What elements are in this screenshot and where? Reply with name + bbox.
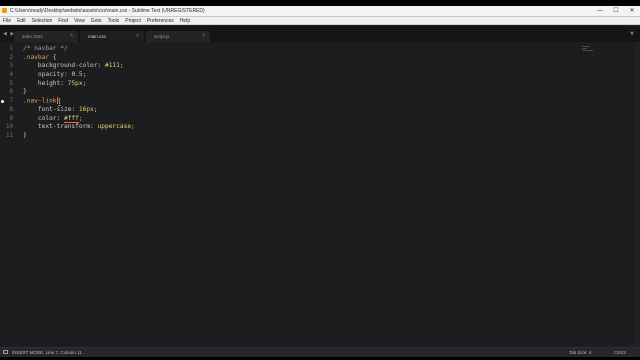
maximize-button[interactable]: ☐	[608, 6, 624, 16]
css-property: height	[23, 79, 61, 87]
css-value: #fff	[63, 114, 79, 123]
css-value: #111	[104, 62, 120, 70]
css-property: color	[23, 114, 57, 122]
code-line: .navbar {	[23, 54, 135, 63]
code-line: height: 75px;	[23, 80, 135, 89]
line-number: 10	[6, 124, 13, 131]
line-number-gutter: 1 2 3 4 5 6 7 8 9 10 11	[0, 45, 14, 141]
menu-view[interactable]: View	[74, 17, 85, 25]
css-value: uppercase	[97, 123, 132, 131]
status-tab-size[interactable]: Tab Size: 4	[569, 348, 591, 357]
code-line: text-transform: uppercase;	[23, 123, 135, 132]
css-value: 0.5	[71, 71, 83, 79]
tab-dropdown-icon[interactable]: ▼	[630, 31, 634, 37]
menu-project[interactable]: Project	[125, 17, 141, 25]
code-semicolon: ;	[78, 114, 83, 122]
code-line: /* navbar */	[23, 45, 135, 54]
line-number: 6	[9, 89, 14, 96]
code-semicolon: ;	[131, 123, 135, 131]
minimap[interactable]	[582, 46, 594, 52]
menu-preferences[interactable]: Preferences	[147, 17, 174, 25]
sublime-app-icon	[2, 8, 7, 13]
menu-goto[interactable]: Goto	[91, 17, 102, 25]
code-line: opacity: 0.5;	[23, 71, 135, 80]
line-number: 11	[6, 132, 13, 139]
menu-edit[interactable]: Edit	[17, 17, 26, 25]
code-semicolon: ;	[93, 105, 98, 113]
code-semicolon: ;	[82, 79, 87, 87]
code-line: }	[23, 88, 135, 97]
code-semicolon: ;	[82, 71, 87, 79]
sublime-window: C:\Users\ready\Desktop\website\assets\cs…	[0, 6, 640, 357]
tab-script-js[interactable]: script.js ×	[146, 31, 210, 42]
code-editor[interactable]: 1 2 3 4 5 6 7 8 9 10 11 /* navbar */ .na…	[0, 42, 640, 347]
line-number: 8	[9, 106, 14, 113]
minimize-button[interactable]: —	[592, 6, 608, 16]
css-property: font-size	[23, 105, 72, 113]
line-number: 9	[9, 115, 14, 122]
status-syntax[interactable]: CSS3	[614, 348, 626, 357]
css-value: 75px	[67, 79, 83, 87]
css-property: opacity	[23, 71, 64, 79]
tab-label: main.css	[88, 34, 106, 39]
code-line: color: #fff;	[23, 114, 135, 124]
css-selector: .nav-link	[23, 97, 57, 105]
menu-tools[interactable]: Tools	[108, 17, 120, 25]
code-line: }	[23, 132, 135, 141]
minimap-line	[582, 46, 589, 47]
tab-label: script.js	[154, 34, 170, 39]
code-brace: }	[23, 131, 27, 139]
code-punct: :	[97, 62, 105, 70]
menu-find[interactable]: Find	[58, 17, 68, 25]
code-punct: :	[71, 105, 79, 113]
code-brace: }	[23, 88, 27, 96]
menu-selection[interactable]: Selection	[32, 17, 53, 25]
code-content[interactable]: /* navbar */ .navbar { background-color:…	[23, 45, 135, 141]
code-punct: :	[56, 114, 64, 122]
css-property: text-transform	[23, 123, 91, 131]
css-value: 16px	[78, 105, 94, 113]
tab-bar: ◀ ▶ index.html × main.css × script.js × …	[0, 26, 640, 42]
line-number: 3	[9, 63, 14, 70]
window-controls: — ☐ ✕	[592, 6, 640, 16]
minimap-line	[582, 50, 593, 51]
panel-toggle-icon[interactable]	[3, 350, 8, 354]
code-line: font-size: 16px;	[23, 106, 135, 115]
line-number: 2	[9, 54, 14, 61]
close-button[interactable]: ✕	[624, 6, 640, 16]
code-brace: {	[49, 53, 57, 61]
status-mode-position: INSERT MODE, Line 7, Column 11	[12, 350, 82, 355]
menu-help[interactable]: Help	[180, 17, 190, 25]
menu-bar: File Edit Selection Find View Goto Tools…	[0, 17, 640, 25]
status-bar: INSERT MODE, Line 7, Column 11 Tab Size:…	[0, 347, 640, 357]
menu-file[interactable]: File	[3, 17, 11, 25]
minimap-line	[582, 48, 587, 49]
css-selector: .navbar	[23, 53, 50, 61]
code-comment: /* navbar */	[23, 45, 68, 52]
code-brace: {	[57, 97, 62, 106]
css-property: background-color	[23, 62, 98, 70]
window-title: C:\Users\ready\Desktop\website\assets\cs…	[10, 8, 205, 14]
code-semicolon: ;	[119, 62, 124, 70]
code-punct: :	[60, 79, 68, 87]
line-number: 1	[9, 46, 14, 52]
title-bar: C:\Users\ready\Desktop\website\assets\cs…	[0, 6, 640, 17]
vertical-scrollbar[interactable]	[634, 42, 640, 347]
line-number: 5	[9, 80, 14, 87]
fold-marker-icon[interactable]	[1, 100, 4, 103]
tab-index-html[interactable]: index.html ×	[14, 31, 78, 42]
tab-label: index.html	[22, 34, 43, 39]
code-line: background-color: #111;	[23, 62, 135, 71]
tab-main-css[interactable]: main.css ×	[80, 31, 144, 42]
tab-close-icon[interactable]: ×	[202, 31, 205, 42]
line-number: 4	[9, 72, 14, 79]
code-line-current: .nav-link{	[23, 97, 135, 106]
tab-close-icon[interactable]: ×	[136, 31, 139, 42]
code-punct: :	[90, 123, 98, 131]
tab-close-icon[interactable]: ×	[70, 31, 73, 42]
